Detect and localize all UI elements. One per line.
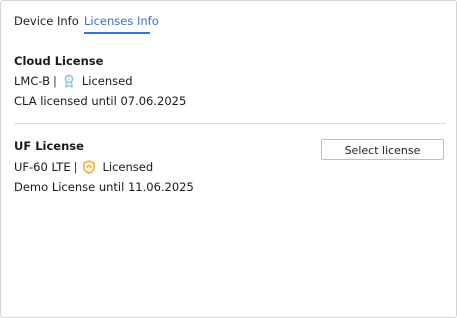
uf-license-device: UF-60 LTE (14, 160, 71, 174)
active-tab-indicator (84, 32, 150, 34)
cloud-license-title: Cloud License (14, 54, 104, 68)
separator: | (53, 74, 57, 88)
cloud-license-status-row: LMC-B | Licensed (14, 73, 133, 89)
section-divider (14, 123, 446, 124)
uf-license-expiry: Demo License until 11.06.2025 (14, 180, 194, 194)
tab-device-info[interactable]: Device Info (14, 13, 79, 29)
uf-license-status: Licensed (102, 160, 154, 174)
uf-license-title: UF License (14, 139, 84, 153)
ribbon-award-icon (62, 74, 76, 88)
cloud-license-device: LMC-B (14, 74, 50, 88)
cloud-license-status: Licensed (81, 74, 133, 88)
separator: | (73, 160, 78, 174)
license-panel: Device Info Licenses Info Cloud License … (0, 0, 457, 318)
uf-license-status-row: UF-60 LTE | Licensed (14, 159, 153, 175)
tab-licenses-info[interactable]: Licenses Info (84, 13, 159, 29)
select-license-button[interactable]: Select license (321, 139, 444, 160)
shield-icon (82, 160, 96, 174)
cloud-license-expiry: CLA licensed until 07.06.2025 (14, 94, 187, 108)
